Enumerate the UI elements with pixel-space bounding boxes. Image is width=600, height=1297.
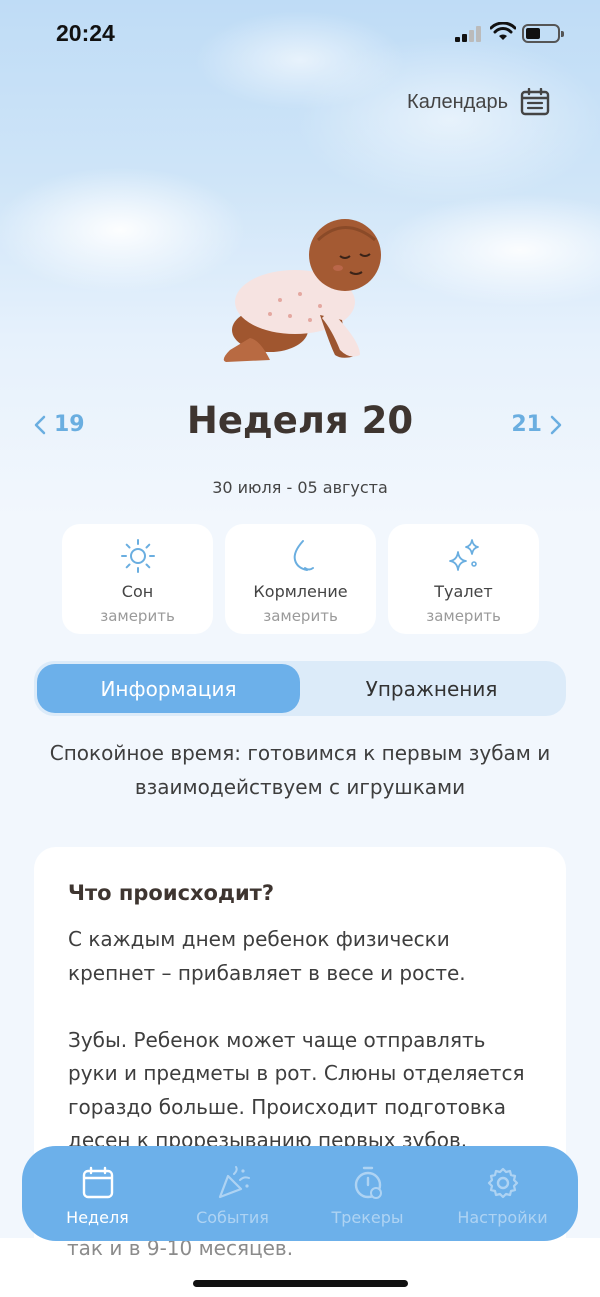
tracker-sleep-card[interactable]: Сон замерить bbox=[62, 524, 213, 634]
chevron-right-icon bbox=[550, 415, 562, 434]
feeding-icon bbox=[293, 540, 314, 571]
tab-settings-label: Настройки bbox=[457, 1208, 548, 1227]
info-card-heading: Что происходит? bbox=[68, 881, 275, 905]
tracker-toilet-card[interactable]: Туалет замерить bbox=[388, 524, 539, 634]
status-time: 20:24 bbox=[56, 20, 115, 46]
tab-bar: Неделя События Трекеры Настройки bbox=[22, 1146, 578, 1241]
signal-icon bbox=[455, 26, 483, 42]
gear-icon bbox=[487, 1167, 518, 1199]
calendar-icon bbox=[520, 88, 550, 116]
tracker-cards: Сон замерить Кормление замерить Туалет з… bbox=[62, 524, 539, 634]
tracker-toilet-label: Туалет bbox=[434, 582, 493, 601]
tracker-feeding-label: Кормление bbox=[253, 582, 348, 601]
wifi-icon bbox=[490, 22, 516, 40]
tab-trackers[interactable]: Трекеры bbox=[300, 1146, 435, 1241]
calendar-icon bbox=[82, 1166, 113, 1199]
tracker-toilet-action: замерить bbox=[426, 607, 501, 625]
tab-exercises[interactable]: Упражнения bbox=[300, 664, 563, 713]
tab-events[interactable]: События bbox=[165, 1146, 300, 1241]
tab-events-label: События bbox=[196, 1208, 269, 1227]
tab-week[interactable]: Неделя bbox=[30, 1146, 165, 1241]
calendar-button[interactable]: Календарь bbox=[407, 88, 550, 116]
week-navigation: 19 Неделя 20 21 bbox=[0, 395, 600, 455]
baby-illustration bbox=[223, 219, 381, 362]
week-date-range: 30 июля - 05 августа bbox=[212, 478, 388, 497]
info-card-body: С каждым днем ребенок физически крепнет … bbox=[68, 927, 525, 1152]
calendar-label: Календарь bbox=[407, 90, 508, 113]
home-indicator bbox=[193, 1280, 408, 1287]
battery-icon bbox=[522, 24, 564, 43]
tracker-sleep-action: замерить bbox=[100, 607, 175, 625]
next-week-button[interactable]: 21 bbox=[511, 412, 562, 437]
tab-settings[interactable]: Настройки bbox=[435, 1146, 570, 1241]
tracker-sleep-label: Сон bbox=[121, 582, 154, 601]
segmented-control: Информация Упражнения bbox=[34, 661, 566, 716]
tab-information[interactable]: Информация bbox=[37, 664, 300, 713]
status-bar: 20:24 bbox=[0, 0, 600, 70]
stopwatch-icon bbox=[354, 1166, 382, 1199]
sparkles-icon bbox=[448, 539, 479, 571]
party-popper-icon bbox=[218, 1166, 250, 1199]
week-summary: Спокойное время: готовимся к первым зуба… bbox=[49, 741, 551, 799]
tab-week-label: Неделя bbox=[66, 1208, 129, 1227]
sun-icon bbox=[120, 539, 155, 573]
tracker-feeding-card[interactable]: Кормление замерить bbox=[225, 524, 376, 634]
next-week-number: 21 bbox=[511, 412, 542, 437]
tracker-feeding-action: замерить bbox=[263, 607, 338, 625]
week-title: Неделя 20 bbox=[186, 399, 414, 442]
tab-trackers-label: Трекеры bbox=[331, 1208, 404, 1227]
